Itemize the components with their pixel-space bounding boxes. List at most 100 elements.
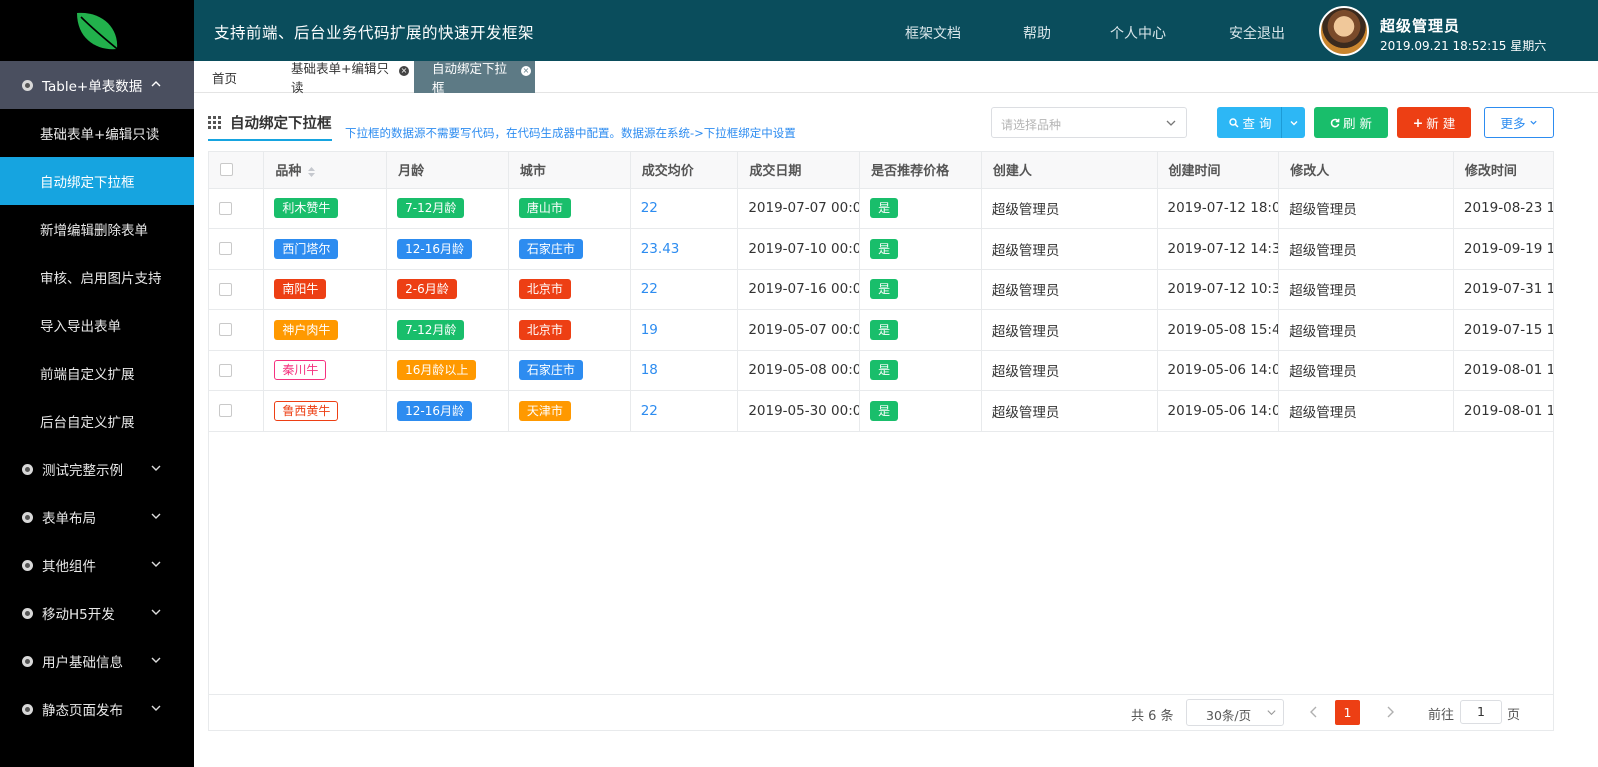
more-label: 更多 [1500,116,1526,131]
leaf-logo-icon [77,12,122,53]
recommend-tag: 是 [870,400,899,421]
cell-price: 18 [630,350,739,391]
cell-creator: 超级管理员 [981,228,1158,270]
table-row[interactable]: 秦川牛 16月龄以上 石家庄市 18 2019-05-08 00:00 是超级管理员 201… [209,350,1553,391]
tab-home[interactable]: 首页 [194,61,270,93]
next-page-icon[interactable] [1384,705,1396,719]
sidebar-group[interactable]: Table+单表数据 [0,61,194,109]
refresh-label: 刷 新 [1343,116,1372,131]
sidebar-item-label: 基础表单+编辑只读 [40,127,160,143]
page-size-select[interactable]: 30条/页 [1186,699,1284,726]
cell-price: 22 [630,390,739,432]
breed-select[interactable]: 请选择品种 [991,107,1187,138]
breed-tag: 利木赞牛 [274,198,339,219]
recommend-tag: 是 [870,238,899,259]
more-button[interactable]: 更多 [1484,107,1554,138]
cell-recommend: 是 [859,188,982,229]
row-checkbox[interactable] [219,242,232,256]
row-checkbox[interactable] [219,363,232,377]
cell-creator: 超级管理员 [981,390,1158,432]
table-row[interactable]: 鲁西黄牛 12-16月龄 天津市 22 2019-05-30 00:00 是超级管理员 20… [209,390,1553,432]
cell-modifier: 超级管理员 [1278,228,1454,270]
sidebar-group[interactable]: 用户基础信息 [0,637,194,685]
cell-modifier: 超级管理员 [1278,350,1454,391]
sidebar-item[interactable]: 前端自定义扩展 [0,349,194,397]
sidebar-item[interactable]: 审核、启用图片支持 [0,253,194,301]
cell-breed: 西门塔尔 [263,228,388,270]
nav-link-help[interactable]: 帮助 [1023,23,1051,43]
sidebar-group-label: 其他组件 [42,559,96,575]
sidebar-group[interactable]: 表单布局 [0,493,194,541]
cell-modified: 2019-07-15 15:24 [1453,309,1553,351]
city-tag: 天津市 [518,400,571,421]
sidebar-item[interactable]: 自动绑定下拉框 [0,157,194,205]
cell-recommend: 是 [859,390,982,432]
row-checkbox[interactable] [219,282,232,296]
cell-created: 2019-05-08 15:42 [1157,309,1280,351]
sidebar-group[interactable]: 测试完整示例 [0,445,194,493]
page-number-current[interactable]: 1 [1335,700,1360,725]
select-all-checkbox[interactable] [220,163,233,177]
cell-modifier: 超级管理员 [1278,269,1454,310]
user-datetime: 2019.09.21 18:52:15 星期六 [1380,39,1547,53]
cell-city: 北京市 [508,309,631,351]
refresh-button[interactable]: 刷 新 [1314,107,1388,138]
new-button[interactable]: + 新 建 [1397,107,1471,138]
table-row[interactable]: 南阳牛 2-6月龄 北京市 22 2019-07-16 00:00 是超级管理员 2019-… [209,269,1553,310]
top-header: 支持前端、后台业务代码扩展的快速开发框架 框架文档 帮助 个人中心 安全退出 超… [194,0,1598,61]
row-select-cell [209,309,265,351]
table-row[interactable]: 西门塔尔 12-16月龄 石家庄市 23.43 2019-07-10 00:00 是 超级管… [209,228,1553,270]
prev-page-icon[interactable] [1308,705,1320,719]
breed-tag: 神户肉牛 [274,319,339,340]
age-tag: 16月龄以上 [397,360,477,381]
sidebar-item-label: 审核、启用图片支持 [40,271,162,287]
cell-price: 19 [630,309,739,351]
cell-date: 2019-07-07 00:00 [737,188,861,229]
pagination: 共 6 条 30条/页 1 前往 1 页 [208,694,1554,731]
city-tag: 北京市 [518,279,571,300]
total-count: 共 6 条 [1131,709,1174,724]
new-label: 新 建 [1426,116,1456,131]
sidebar-item[interactable]: 基础表单+编辑只读 [0,109,194,157]
row-checkbox[interactable] [219,201,232,215]
table-row[interactable]: 利木赞牛 7-12月龄 唐山市 22 2019-07-07 00:00 是超级管理员 201… [209,188,1553,229]
tab-label: 自动绑定下拉框 [432,61,508,95]
goto-page-input[interactable]: 1 [1460,700,1502,724]
row-checkbox[interactable] [219,404,232,418]
sort-icon[interactable] [307,166,316,178]
close-icon[interactable]: × [521,66,531,76]
query-button[interactable]: 查 询 [1217,107,1305,138]
query-dropdown-toggle[interactable] [1281,107,1305,138]
sidebar-item[interactable]: 导入导出表单 [0,301,194,349]
cell-breed: 神户肉牛 [263,309,388,351]
page-tabs: 首页 基础表单+编辑只读 × 自动绑定下拉框 × [194,61,1598,95]
refresh-icon [1330,118,1340,127]
sidebar-item-label: 前端自定义扩展 [40,367,135,383]
cell-price: 22 [630,269,739,310]
cell-date: 2019-07-16 00:00 [737,269,861,310]
tab-auto-bind-select[interactable]: 自动绑定下拉框 × [414,61,535,95]
menu-bullet-icon [22,703,33,715]
avatar[interactable] [1319,6,1369,56]
cell-breed: 南阳牛 [263,269,388,310]
cell-age: 2-6月龄 [386,269,509,310]
column-header[interactable]: 品种 [263,152,388,189]
nav-link-logout[interactable]: 安全退出 [1229,23,1285,43]
cell-recommend: 是 [859,309,982,351]
tab-basic-form[interactable]: 基础表单+编辑只读 × [273,61,413,95]
sidebar-group-label: 静态页面发布 [42,703,123,719]
sidebar-group[interactable]: 静态页面发布 [0,685,194,733]
table-row[interactable]: 神户肉牛 7-12月龄 北京市 19 2019-05-07 00:00 是超级管理员 201… [209,309,1553,351]
cell-modified: 2019-09-19 10:04 [1453,228,1553,270]
toolbar: 自动绑定下拉框 下拉框的数据源不需要写代码，在代码生成器中配置。数据源在系统->… [208,106,1554,141]
sidebar-item[interactable]: 后台自定义扩展 [0,397,194,445]
row-checkbox[interactable] [219,323,232,337]
nav-link-docs[interactable]: 框架文档 [905,23,961,43]
sidebar-item[interactable]: 新增编辑删除表单 [0,205,194,253]
plus-icon: + [1412,115,1424,130]
cell-age: 7-12月龄 [386,309,509,351]
sidebar-group[interactable]: 其他组件 [0,541,194,589]
sidebar-group[interactable]: 移动H5开发 [0,589,194,637]
nav-link-profile[interactable]: 个人中心 [1110,23,1166,43]
close-icon[interactable]: × [399,66,409,76]
